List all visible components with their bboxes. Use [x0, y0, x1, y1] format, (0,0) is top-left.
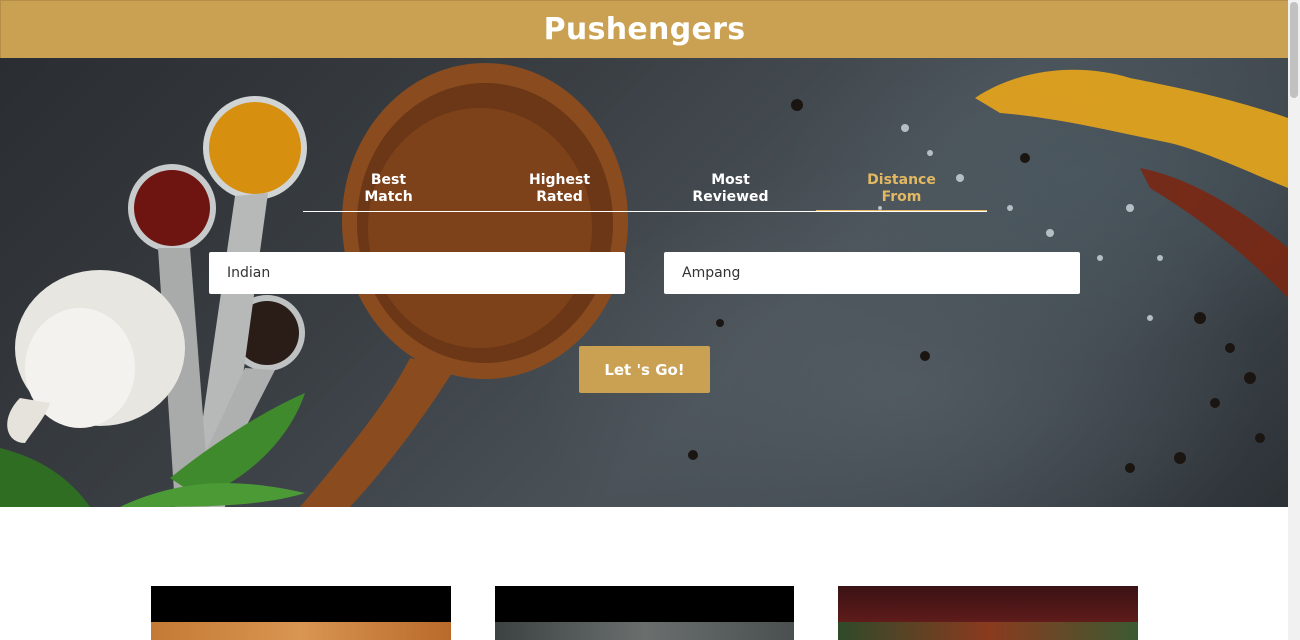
tab-label-line2: Rated: [536, 189, 583, 205]
tab-distance-from[interactable]: Distance From: [816, 172, 987, 211]
brand-title: Pushengers: [543, 12, 746, 47]
tab-label-line2: From: [881, 189, 922, 205]
cuisine-input-value: Indian: [227, 265, 271, 281]
card-image: [838, 622, 1138, 640]
tab-label-line2: Reviewed: [692, 189, 769, 205]
restaurant-card-2[interactable]: [495, 586, 794, 640]
tab-most-reviewed[interactable]: Most Reviewed: [645, 172, 816, 211]
tab-best-match[interactable]: Best Match: [303, 172, 474, 211]
location-input[interactable]: Ampang: [664, 252, 1080, 294]
cuisine-input[interactable]: Indian: [209, 252, 625, 294]
restaurant-card-1[interactable]: [151, 586, 451, 640]
card-image: [151, 622, 451, 640]
restaurant-card-3[interactable]: [838, 586, 1138, 640]
tab-label-line1: Most: [711, 172, 750, 188]
tab-label-line1: Best: [370, 172, 407, 188]
tab-label-line1: Distance: [867, 172, 936, 188]
hero-banner: Best Match Highest Rated Most Reviewed D…: [0, 58, 1288, 507]
sort-tabs: Best Match Highest Rated Most Reviewed D…: [303, 172, 987, 212]
app-header: Pushengers: [0, 0, 1288, 58]
tab-highest-rated[interactable]: Highest Rated: [474, 172, 645, 211]
tab-label-line1: Highest: [528, 172, 591, 188]
scrollbar-thumb[interactable]: [1290, 2, 1298, 98]
tab-label-line2: Match: [364, 189, 413, 205]
location-input-value: Ampang: [682, 265, 741, 281]
hero-background-image: [0, 63, 1288, 507]
card-image: [495, 622, 794, 640]
lets-go-button[interactable]: Let 's Go!: [579, 346, 710, 393]
